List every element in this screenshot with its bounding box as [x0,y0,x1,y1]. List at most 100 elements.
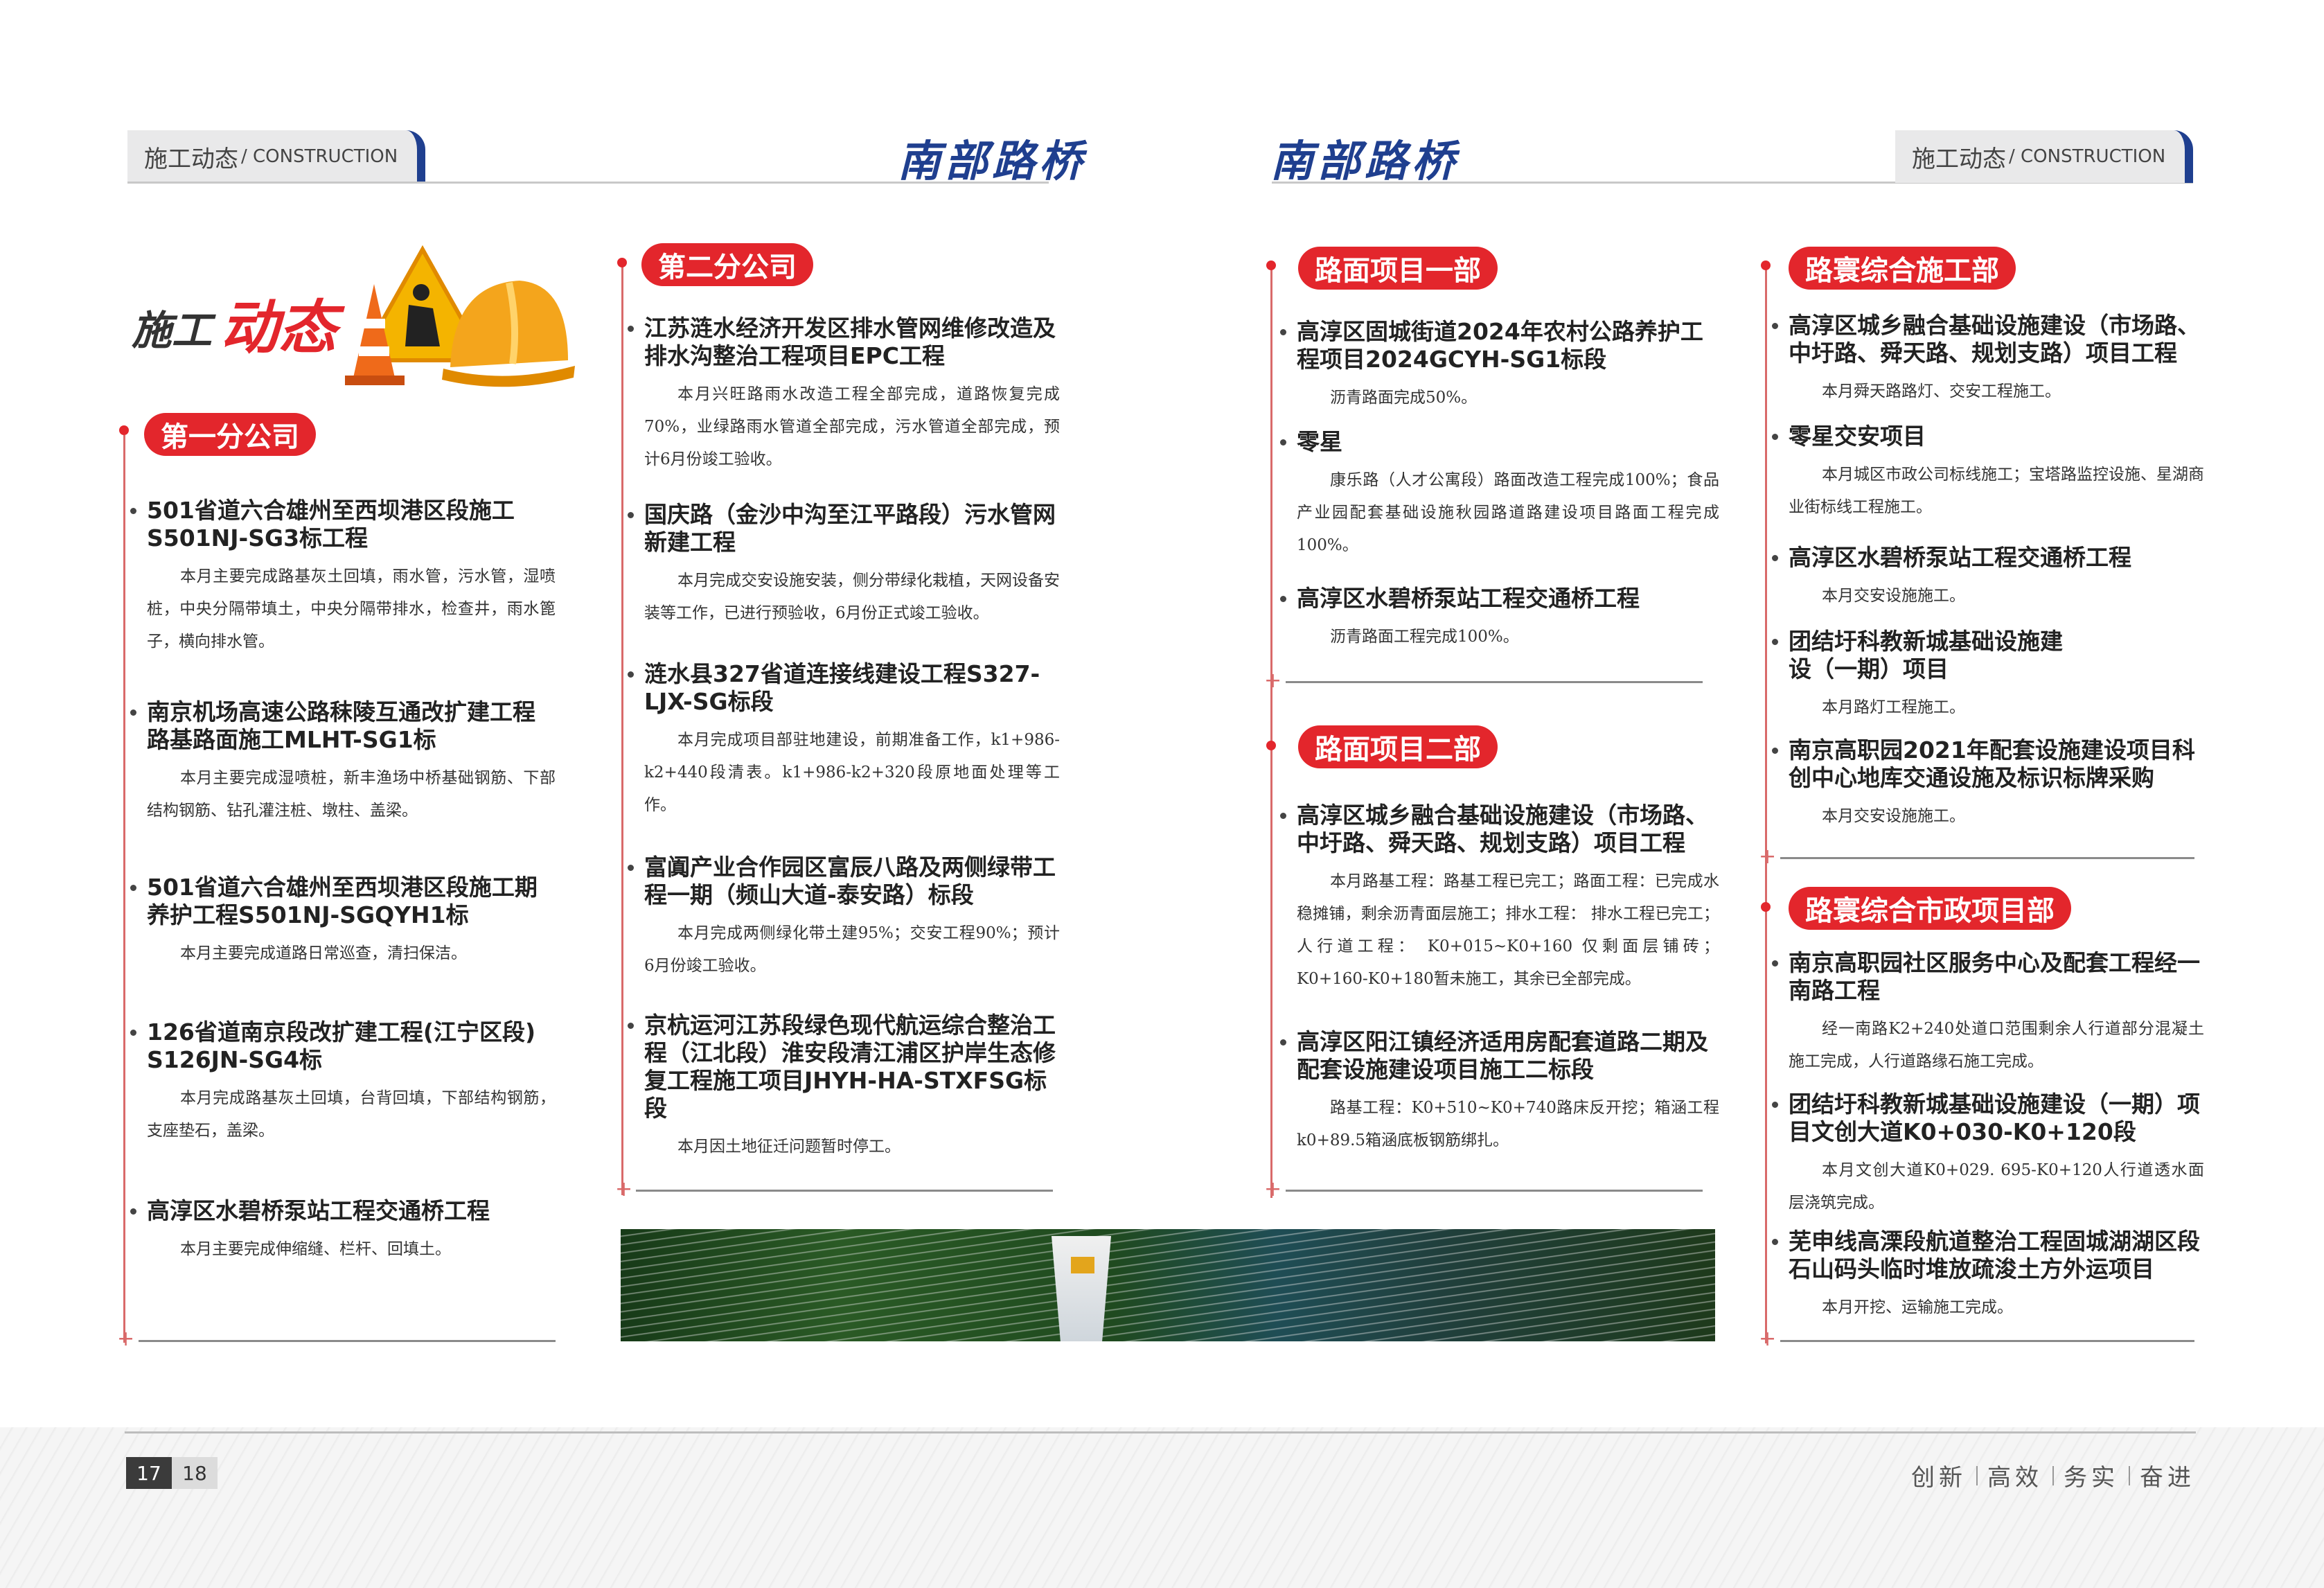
project-title: 零星 [1297,428,1342,455]
project-item: 南京机场高速公路秣陵互通改扩建工程路基路面施工MLHT-SG1标 本月主要完成湿… [130,698,556,827]
column-bottom-rule [1286,681,1703,683]
timeline-end-mark: + [1759,845,1777,869]
project-item: 501省道六合雄州至西坝港区段施工S501NJ-SG3标工程 本月主要完成路基灰… [130,497,556,658]
timeline-end-mark: + [1264,1177,1282,1201]
project-body: 沥青路面完成50%。 [1330,389,1478,407]
project-item: 团结圩科教新城基础设施建设（一期）项目文创大道K0+030-K0+120段 本月… [1772,1091,2204,1219]
project-item: 高淳区阳江镇经济适用房配套道路二期及配套设施建设项目施工二标段 路基工程：K0+… [1280,1028,1719,1157]
bullet-dot [130,885,136,891]
header-right-tab-cn: 施工动态 [1912,145,2006,173]
project-item: 高淳区城乡融合基础设施建设（市场路、中圩路、舜天路、规划支路）项目工程 本月舜天… [1772,312,2204,408]
project-body: 康乐路（人才公寓段）路面改造工程完成100%；食品产业园配套基础设施秋园路道路建… [1297,471,1719,554]
timeline-dot [1761,261,1771,270]
project-item: 高淳区水碧桥泵站工程交通桥工程 沥青路面工程完成100%。 [1280,585,1719,653]
timeline-dot [1266,261,1276,270]
bullet-dot [1280,1039,1286,1046]
bullet-dot [628,326,634,332]
page-number-left: 17 [126,1457,172,1489]
brand-logo-right: 南部路桥 [1270,136,1460,186]
slogan-word: 创新 [1911,1464,1967,1492]
project-title: 江苏涟水经济开发区排水管网维修改造及排水沟整治工程项目EPC工程 [644,315,1056,369]
project-title: 富阗产业合作园区富辰八路及两侧绿带工程一期（频山大道-泰安路）标段 [644,854,1056,908]
project-title: 南京高职园社区服务中心及配套工程经一南路工程 [1789,949,2200,1004]
project-title: 高淳区水碧桥泵站工程交通桥工程 [147,1197,490,1224]
timeline-col4 [1765,270,1767,1343]
project-body: 本月路灯工程施工。 [1822,698,1965,716]
project-item: 501省道六合雄州至西坝港区段施工期养护工程S501NJ-SGQYH1标 本月主… [130,874,556,970]
footer-pattern [0,1427,2324,1588]
project-title: 南京机场高速公路秣陵互通改扩建工程路基路面施工MLHT-SG1标 [147,698,535,753]
project-title: 涟水县327省道连接线建设工程S327-LJX-SG标段 [644,660,1040,715]
photo-tower [1052,1236,1111,1341]
project-body: 本月交安设施施工。 [1822,587,1965,605]
project-body: 经一南路K2+240处道口范围剩余人行道部分混凝土施工完成，人行道路缘石施工完成… [1789,1020,2204,1070]
project-title: 高淳区城乡融合基础设施建设（市场路、中圩路、舜天路、规划支路）项目工程 [1297,802,1708,856]
column-bottom-rule [1780,1340,2194,1342]
project-title: 零星交安项目 [1789,423,1926,450]
project-item: 涟水县327省道连接线建设工程S327-LJX-SG标段 本月完成项目部驻地建设… [628,660,1060,822]
column-bottom-rule [1286,1190,1703,1192]
project-body: 本月兴旺路雨水改造工程全部完成，道路恢复完成70%，业绿路雨水管道全部完成，污水… [644,385,1060,468]
bullet-dot [1772,1239,1778,1245]
slogan-divider [2052,1465,2054,1485]
header-left-tab: 施工动态 / CONSTRUCTION [127,130,425,183]
timeline-dot [617,258,627,267]
project-item: 国庆路（金沙中沟至江平路段）污水管网新建工程 本月完成交安设施安装，侧分带绿化栽… [628,501,1060,630]
page-number-right: 18 [172,1457,218,1489]
project-body: 本月主要完成道路日常巡查，清扫保洁。 [180,944,467,962]
timeline-col1 [123,435,125,1343]
column-bottom-rule [139,1340,556,1342]
section-badge-road1: 路面项目一部 [1298,247,1498,290]
footer-slogan: 创新 高效 务实 奋进 [1911,1458,2195,1492]
project-item: 零星 康乐路（人才公寓段）路面改造工程完成100%；食品产业园配套基础设施秋园路… [1280,428,1719,562]
timeline-end-mark: + [1759,1327,1777,1351]
project-title: 501省道六合雄州至西坝港区段施工S501NJ-SG3标工程 [147,497,515,552]
project-item: 高淳区城乡融合基础设施建设（市场路、中圩路、舜天路、规划支路）项目工程 本月路基… [1280,802,1719,996]
brand-logo-left: 南部路桥 [898,136,1087,186]
timeline-col2 [621,267,623,1195]
bullet-dot [1772,434,1778,440]
bullet-dot [1772,748,1778,754]
project-body: 本月完成路基灰土回填，台背回填，下部结构钢筋，支座垫石，盖梁。 [147,1089,556,1140]
bullet-dot [1772,639,1778,645]
bullet-dot [1280,329,1286,335]
timeline-dot [1761,902,1771,912]
project-item: 江苏涟水经济开发区排水管网维修改造及排水沟整治工程项目EPC工程 本月兴旺路雨水… [628,315,1060,476]
project-item: 高淳区水碧桥泵站工程交通桥工程 本月交安设施施工。 [1772,544,2204,612]
project-body: 本月主要完成伸缩缝、栏杆、回填土。 [180,1240,451,1258]
project-item: 高淳区固城街道2024年农村公路养护工程项目2024GCYH-SG1标段 沥青路… [1280,318,1719,414]
project-item: 富阗产业合作园区富辰八路及两侧绿带工程一期（频山大道-泰安路）标段 本月完成两侧… [628,854,1060,982]
project-item: 高淳区水碧桥泵站工程交通桥工程 本月主要完成伸缩缝、栏杆、回填土。 [130,1197,556,1266]
bullet-dot [1280,813,1286,819]
bullet-dot [130,709,136,716]
project-body: 沥青路面工程完成100%。 [1330,628,1519,646]
slogan-divider [1976,1465,1978,1485]
timeline-end-mark: + [117,1327,135,1351]
project-title: 501省道六合雄州至西坝港区段施工期养护工程S501NJ-SGQYH1标 [147,874,538,928]
construction-logo: 施工 动态 [132,242,575,395]
bullet-dot [628,1023,634,1029]
section-badge-luhuan-municipal: 路寰综合市政项目部 [1789,887,2071,930]
project-body: 本月交安设施施工。 [1822,807,1965,825]
header-left-tab-cn: 施工动态 [144,145,238,173]
project-body: 本月城区市政公司标线施工；宝塔路监控设施、星湖商业街标线工程施工。 [1789,466,2204,516]
photo-cable-lines [621,1229,1715,1341]
bullet-dot [1772,1102,1778,1108]
photo-crane [1071,1257,1094,1273]
project-title: 芜申线高溧段航道整治工程固城湖湖区段石山码头临时堆放疏浚土方外运项目 [1789,1228,2200,1282]
logo-text-1: 施工 [132,307,213,354]
project-title: 126省道南京段改扩建工程(江宁区段) S126JN-SG4标 [147,1018,536,1073]
hard-hat-icon [345,245,575,387]
bullet-dot [1280,596,1286,602]
bullet-dot [130,1030,136,1036]
project-title: 京杭运河江苏段绿色现代航运综合整治工程（江北段）淮安段清江浦区护岸生态修复工程施… [644,1012,1056,1122]
section-badge-luhuan-construction: 路寰综合施工部 [1789,247,2016,290]
bullet-dot [628,865,634,871]
project-item: 南京高职园社区服务中心及配套工程经一南路工程 经一南路K2+240处道口范围剩余… [1772,949,2204,1078]
timeline-dot [119,425,129,435]
header-right-tab: 施工动态 / CONSTRUCTION [1895,130,2193,183]
bullet-dot [130,1208,136,1215]
project-title: 高淳区阳江镇经济适用房配套道路二期及配套设施建设项目施工二标段 [1297,1028,1708,1083]
project-title: 高淳区水碧桥泵站工程交通桥工程 [1297,585,1640,612]
slogan-divider [2129,1465,2130,1485]
